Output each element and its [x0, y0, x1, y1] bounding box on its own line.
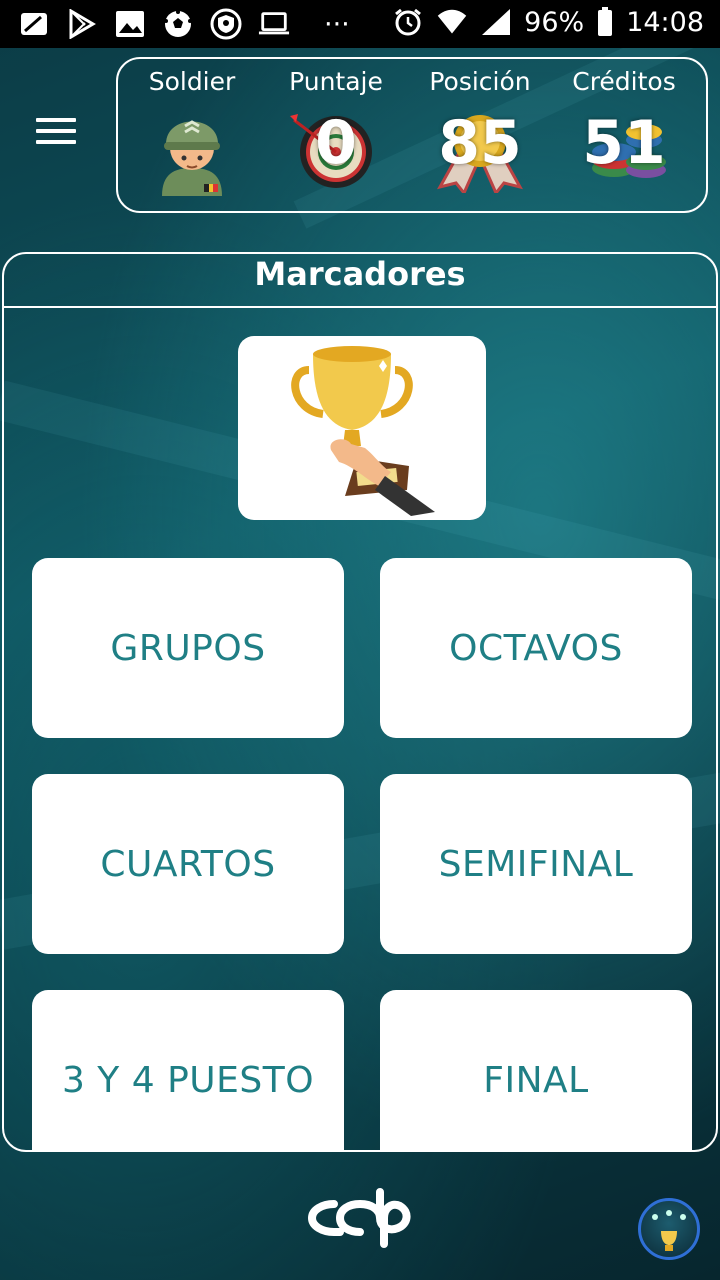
wifi-icon [436, 6, 468, 38]
stat-score-label: Puntaje [289, 67, 383, 96]
quarterfinals-button[interactable]: CUARTOS [32, 774, 344, 954]
clock: 14:08 [626, 6, 704, 38]
laptop-icon [258, 8, 290, 40]
vpn-key-icon [210, 8, 242, 40]
stat-score[interactable]: Puntaje 0 [266, 67, 406, 198]
more-notifications-indicator: ··· [324, 8, 350, 40]
soldier-avatar-icon [162, 120, 222, 196]
scoreboard-panel: Marcadores GRUPOS OCTAVOS CUARTOS SEMIFI… [2, 252, 718, 1152]
soccer-ball-icon [162, 8, 194, 40]
stat-position[interactable]: Posición 85 [410, 67, 550, 198]
trophy-icon [291, 346, 435, 516]
user-stats-panel: Soldier Puntaje 0 Posición 85 Créditos 5… [116, 57, 708, 213]
status-bar: ··· 96% 14:08 [0, 0, 720, 48]
cell-signal-icon [480, 6, 512, 38]
hamburger-menu-icon [36, 118, 76, 122]
stat-rank-label: Soldier [148, 67, 236, 96]
stat-credits[interactable]: Créditos 51 [554, 67, 694, 198]
play-store-icon [66, 8, 98, 40]
stat-position-label: Posición [429, 67, 531, 96]
app-logo [307, 1188, 411, 1248]
battery-icon [596, 6, 614, 38]
page-title: Marcadores [4, 254, 716, 308]
round-of-16-button[interactable]: OCTAVOS [380, 558, 692, 738]
stat-rank[interactable]: Soldier [122, 67, 262, 198]
user-avatar-button[interactable] [638, 1198, 700, 1260]
groups-button[interactable]: GRUPOS [32, 558, 344, 738]
final-button[interactable]: FINAL [380, 990, 692, 1150]
avatar-trophy-icon [652, 1210, 686, 1251]
score-value: 0 [315, 108, 357, 178]
alarm-icon [392, 6, 424, 38]
stat-credits-label: Créditos [572, 67, 676, 96]
position-value: 85 [438, 108, 522, 178]
credits-value: 51 [582, 108, 666, 178]
battery-percentage: 96% [524, 6, 585, 38]
gallery-icon [114, 8, 146, 40]
notification-app-icon [18, 8, 50, 40]
hamburger-menu-button[interactable] [36, 118, 76, 150]
semifinal-button[interactable]: SEMIFINAL [380, 774, 692, 954]
trophy-card[interactable] [238, 336, 486, 520]
third-place-button[interactable]: 3 Y 4 PUESTO [32, 990, 344, 1150]
